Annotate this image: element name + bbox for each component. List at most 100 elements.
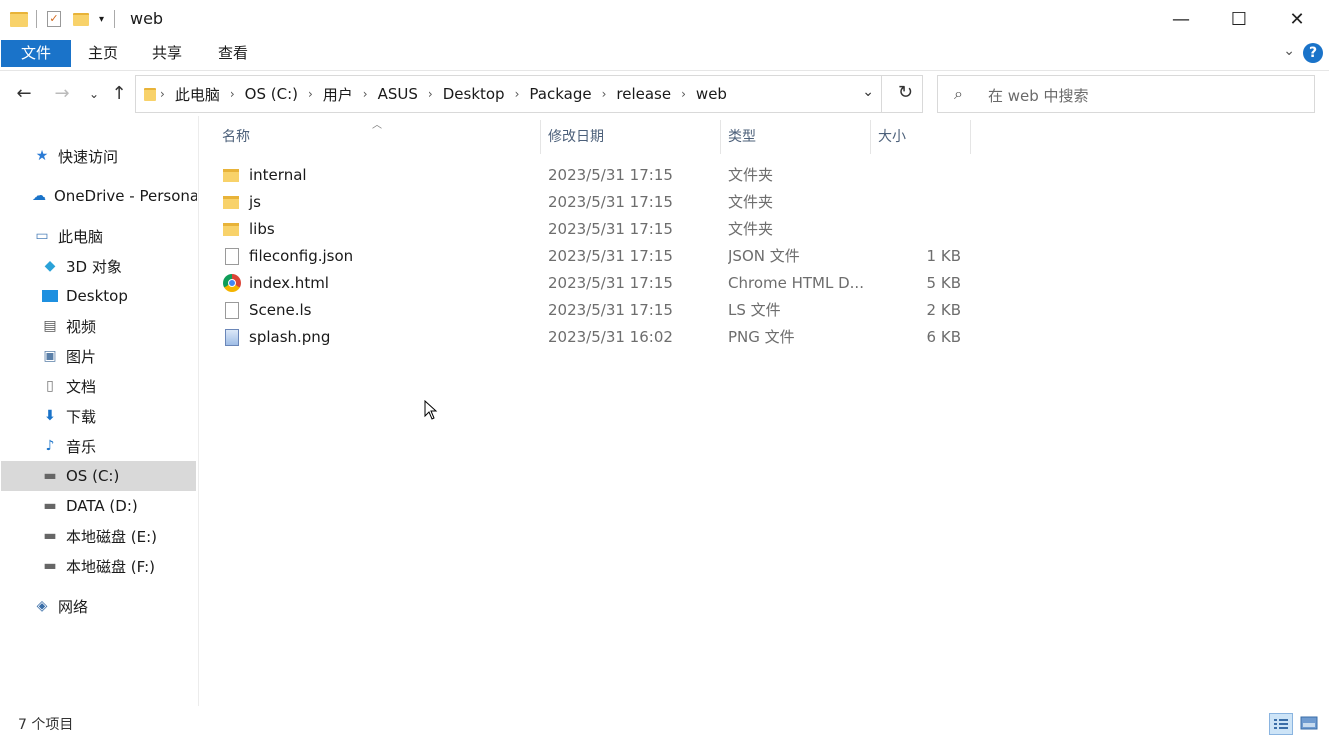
breadcrumb-item[interactable]: Desktop [437, 85, 511, 103]
sidebar-item-label: 本地磁盘 (E:) [66, 527, 158, 546]
table-row[interactable]: libs 2023/5/31 17:15 文件夹 [218, 216, 978, 243]
file-name: splash.png [249, 328, 331, 346]
address-bar[interactable]: › 此电脑 › OS (C:) › 用户 › ASUS › Desktop › … [135, 75, 923, 113]
drive-icon: ▬ [43, 498, 57, 514]
column-header-date[interactable]: 修改日期 [548, 120, 718, 154]
breadcrumb-separator-icon[interactable]: › [424, 87, 437, 101]
column-divider[interactable] [970, 120, 971, 154]
maximize-button[interactable]: ☐ [1210, 0, 1268, 38]
expand-ribbon-chevron-icon[interactable]: ⌄ [1283, 43, 1295, 59]
column-divider[interactable] [540, 120, 541, 154]
back-button[interactable]: ← [12, 82, 36, 106]
breadcrumb-item[interactable]: ASUS [372, 85, 424, 103]
sidebar-item-data-d[interactable]: ▬ DATA (D:) [0, 491, 197, 521]
sidebar-item-this-pc[interactable]: ▭ 此电脑 [0, 221, 197, 251]
sidebar-item-network[interactable]: ◈ 网络 [0, 591, 197, 621]
drive-icon: ▬ [43, 558, 57, 574]
sidebar-item-3d-objects[interactable]: ◆ 3D 对象 [0, 251, 197, 281]
breadcrumb-item[interactable]: 用户 [317, 84, 359, 105]
breadcrumb-item[interactable]: 此电脑 [169, 84, 226, 105]
mouse-cursor-icon [424, 400, 438, 420]
sidebar-item-quick-access[interactable]: ★ 快速访问 [0, 141, 197, 171]
column-divider[interactable] [720, 120, 721, 154]
file-type: 文件夹 [728, 220, 774, 238]
table-row[interactable]: splash.png 2023/5/31 16:02 PNG 文件 6 KB [218, 324, 978, 351]
large-icons-view-icon [1300, 716, 1318, 730]
column-header-type[interactable]: 类型 [728, 120, 868, 154]
sidebar-item-pictures[interactable]: ▣ 图片 [0, 341, 197, 371]
title-bar: ✓ ▾ web — ☐ ✕ [0, 0, 1329, 38]
breadcrumb-separator-icon[interactable]: › [156, 87, 169, 101]
breadcrumb-item[interactable]: release [610, 85, 677, 103]
file-type: 文件夹 [728, 193, 774, 211]
file-date: 2023/5/31 17:15 [548, 220, 673, 238]
sidebar-item-label: 此电脑 [58, 227, 104, 246]
breadcrumb-item[interactable]: web [690, 85, 733, 103]
large-icons-view-button[interactable] [1298, 713, 1322, 735]
sidebar-item-local-e[interactable]: ▬ 本地磁盘 (E:) [0, 521, 197, 551]
sidebar-item-label: 快速访问 [58, 147, 119, 166]
file-size [878, 189, 961, 216]
tab-file[interactable]: 文件 [1, 40, 71, 67]
navigation-bar: ← → ⌄ ↑ › 此电脑 › OS (C:) › 用户 › ASUS › De… [0, 72, 1329, 116]
breadcrumb-separator-icon[interactable]: › [304, 87, 317, 101]
table-row[interactable]: internal 2023/5/31 17:15 文件夹 [218, 162, 978, 189]
sidebar-item-desktop[interactable]: Desktop [0, 281, 197, 311]
window-title: web [130, 9, 164, 28]
sidebar-item-os-c[interactable]: ▬ OS (C:) [1, 461, 196, 491]
video-icon: ▤ [43, 318, 57, 334]
tab-home[interactable]: 主页 [72, 40, 134, 67]
column-header-name[interactable]: 名称 [222, 120, 538, 154]
sidebar-item-music[interactable]: ♪ 音乐 [0, 431, 197, 461]
file-type: JSON 文件 [728, 247, 800, 265]
breadcrumb-separator-icon[interactable]: › [598, 87, 611, 101]
table-row[interactable]: Scene.ls 2023/5/31 17:15 LS 文件 2 KB [218, 297, 978, 324]
breadcrumb-separator-icon[interactable]: › [359, 87, 372, 101]
breadcrumb-separator-icon[interactable]: › [677, 87, 690, 101]
column-divider[interactable] [870, 120, 871, 154]
minimize-button[interactable]: — [1152, 0, 1210, 38]
sidebar-item-local-f[interactable]: ▬ 本地磁盘 (F:) [0, 551, 197, 581]
file-name: index.html [249, 274, 329, 292]
refresh-icon[interactable]: ↻ [898, 82, 913, 103]
breadcrumb-separator-icon[interactable]: › [511, 87, 524, 101]
up-button[interactable]: ↑ [107, 82, 131, 106]
breadcrumb-item[interactable]: OS (C:) [239, 85, 304, 103]
breadcrumb-item[interactable]: Package [523, 85, 597, 103]
breadcrumb-separator-icon[interactable]: › [226, 87, 239, 101]
file-size [878, 216, 961, 243]
file-name: internal [249, 166, 307, 184]
close-button[interactable]: ✕ [1268, 0, 1326, 38]
toolbar-divider [36, 10, 37, 28]
file-date: 2023/5/31 17:15 [548, 247, 673, 265]
help-icon[interactable]: ? [1303, 43, 1323, 63]
properties-icon[interactable]: ✓ [47, 11, 61, 27]
customize-toolbar-icon[interactable]: ▾ [99, 14, 104, 25]
sidebar-item-label: OS (C:) [66, 467, 120, 485]
quick-access-toolbar: ✓ ▾ [10, 8, 116, 30]
sidebar-item-videos[interactable]: ▤ 视频 [0, 311, 197, 341]
table-row[interactable]: index.html 2023/5/31 17:15 Chrome HTML D… [218, 270, 978, 297]
recent-locations-button[interactable]: ⌄ [82, 82, 106, 106]
new-folder-icon[interactable] [73, 12, 89, 26]
file-size: 2 KB [926, 301, 961, 319]
sidebar-item-label: DATA (D:) [66, 497, 138, 515]
details-view-button[interactable] [1269, 713, 1293, 735]
tab-view[interactable]: 查看 [202, 40, 264, 67]
sidebar-item-documents[interactable]: ▯ 文档 [0, 371, 197, 401]
desktop-icon [42, 290, 58, 302]
search-input[interactable]: 在 web 中搜索 [988, 85, 1089, 106]
sidebar-item-downloads[interactable]: ⬇ 下载 [0, 401, 197, 431]
column-header-size[interactable]: 大小 [878, 120, 968, 154]
forward-button[interactable]: → [50, 82, 74, 106]
star-icon: ★ [35, 148, 49, 164]
search-box[interactable]: ⌕ 在 web 中搜索 [937, 75, 1315, 113]
file-name: Scene.ls [249, 301, 312, 319]
sidebar-item-label: Desktop [66, 287, 128, 305]
address-dropdown-chevron-icon[interactable]: ⌄ [862, 84, 874, 100]
table-row[interactable]: js 2023/5/31 17:15 文件夹 [218, 189, 978, 216]
tab-share[interactable]: 共享 [136, 40, 198, 67]
table-row[interactable]: fileconfig.json 2023/5/31 17:15 JSON 文件 … [218, 243, 978, 270]
cloud-icon: ☁ [32, 188, 46, 204]
sidebar-item-onedrive[interactable]: ☁ OneDrive - Persona [0, 181, 197, 211]
